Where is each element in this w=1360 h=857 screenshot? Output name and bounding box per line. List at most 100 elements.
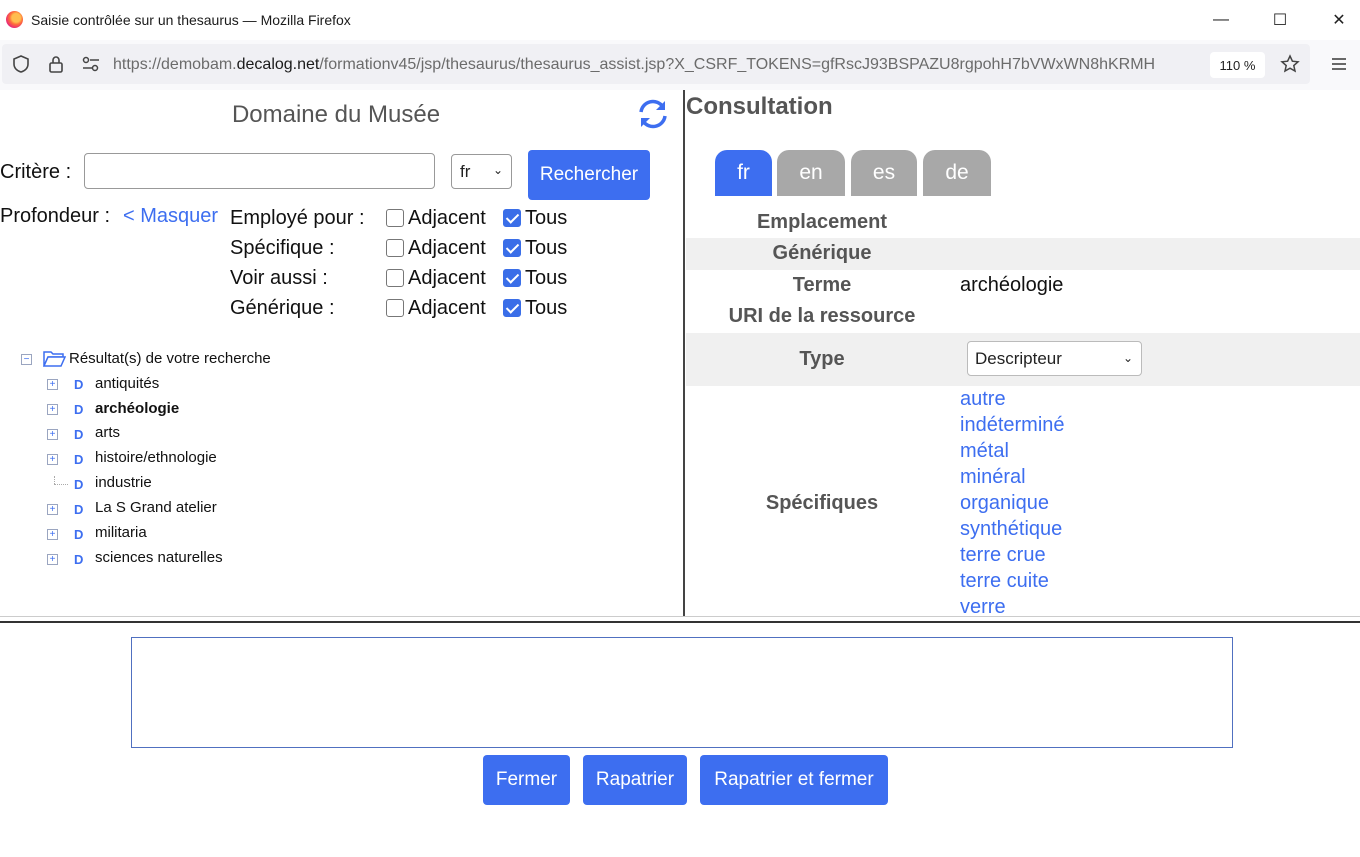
tab-fr[interactable]: fr [715, 150, 772, 196]
criteria-input[interactable] [84, 153, 435, 189]
tree-expand-toggle[interactable]: + [47, 454, 58, 465]
all-checkbox[interactable] [503, 269, 521, 287]
tree-expand-toggle[interactable]: + [47, 504, 58, 515]
descriptor-icon: D [74, 402, 84, 417]
consultation-title: Consultation [686, 93, 833, 120]
tab-de[interactable]: de [923, 150, 991, 196]
lock-icon[interactable] [43, 51, 69, 77]
adjacent-checkbox[interactable] [386, 269, 404, 287]
relation-label: Voir aussi : [230, 267, 328, 289]
hide-link[interactable]: < Masquer [123, 205, 218, 228]
uri-label: URI de la ressource [728, 305, 916, 327]
adjacent-label: Adjacent [408, 237, 486, 259]
all-checkbox[interactable] [503, 239, 521, 257]
depth-label: Profondeur : [0, 205, 111, 227]
adjacent-checkbox[interactable] [386, 299, 404, 317]
all-checkbox[interactable] [503, 299, 521, 317]
repatriate-button[interactable]: Rapatrier [583, 755, 687, 805]
window-title: Saisie contrôlée sur un thesaurus — Mozi… [31, 12, 351, 28]
zoom-level-badge[interactable]: 110 % [1210, 52, 1265, 78]
specific-term-link[interactable]: terre crue [960, 544, 1046, 567]
tab-en[interactable]: en [777, 150, 845, 196]
criteria-label: Critère : [0, 161, 72, 183]
all-label: Tous [525, 267, 568, 289]
tree-expand-toggle[interactable]: + [47, 554, 58, 565]
domain-title: Domaine du Musée [231, 101, 441, 128]
tree-expand-toggle[interactable]: + [47, 429, 58, 440]
specific-term-link[interactable]: minéral [960, 466, 1026, 489]
type-select-value: Descripteur [975, 349, 1062, 368]
frame-divider[interactable] [0, 621, 1360, 623]
descriptor-icon: D [74, 377, 84, 392]
navigation-bar: https://demobam.decalog.net/formationv45… [0, 40, 1360, 90]
descriptor-icon: D [74, 502, 84, 517]
tree-connector [54, 484, 68, 485]
chevron-down-icon: ⌄ [492, 163, 503, 177]
adjacent-label: Adjacent [408, 267, 486, 289]
maximize-button[interactable]: ☐ [1257, 4, 1303, 36]
type-label: Type [799, 348, 845, 370]
close-button[interactable]: Fermer [483, 755, 570, 805]
terme-label: Terme [792, 274, 852, 296]
tree-item-selected[interactable]: archéologie [95, 400, 179, 417]
relation-label: Employé pour : [230, 207, 365, 229]
tree-root-label[interactable]: Résultat(s) de votre recherche [69, 350, 271, 367]
all-label: Tous [525, 237, 568, 259]
tree-item[interactable]: histoire/ethnologie [95, 449, 217, 466]
adjacent-label: Adjacent [408, 207, 486, 229]
specific-term-link[interactable]: indéterminé [960, 414, 1065, 437]
url-text[interactable]: https://demobam.decalog.net/formationv45… [113, 56, 1203, 74]
descriptor-icon: D [74, 527, 84, 542]
specific-term-link[interactable]: métal [960, 440, 1009, 463]
specific-term-link[interactable]: organique [960, 492, 1049, 515]
tree-item[interactable]: industrie [95, 474, 152, 491]
generique-label: Générique [772, 242, 872, 264]
specifiques-label: Spécifiques [765, 492, 879, 514]
firefox-logo-icon [6, 11, 23, 28]
all-checkbox[interactable] [503, 209, 521, 227]
tree-item[interactable]: antiquités [95, 375, 159, 392]
chevron-down-icon: ⌄ [1122, 351, 1133, 365]
folder-open-icon [42, 349, 67, 367]
selection-textarea[interactable] [131, 637, 1233, 748]
hamburger-menu-icon[interactable] [1326, 51, 1352, 77]
descriptor-icon: D [74, 552, 84, 567]
type-select[interactable]: Descripteur ⌄ [967, 341, 1142, 376]
adjacent-label: Adjacent [408, 297, 486, 319]
tree-item[interactable]: arts [95, 424, 120, 441]
shield-icon[interactable] [8, 51, 34, 77]
tree-expand-toggle[interactable]: + [47, 404, 58, 415]
all-label: Tous [525, 297, 568, 319]
all-label: Tous [525, 207, 568, 229]
tree-item[interactable]: sciences naturelles [95, 549, 223, 566]
specific-term-link[interactable]: synthétique [960, 518, 1062, 541]
descriptor-icon: D [74, 427, 84, 442]
repatriate-and-close-button[interactable]: Rapatrier et fermer [700, 755, 888, 805]
specific-term-link[interactable]: autre [960, 388, 1006, 411]
specific-term-link[interactable]: terre cuite [960, 570, 1049, 593]
tree-collapse-toggle[interactable]: − [21, 354, 32, 365]
star-bookmark-icon[interactable] [1277, 51, 1303, 77]
language-select[interactable]: fr ⌄ [451, 154, 512, 189]
tree-expand-toggle[interactable]: + [47, 379, 58, 390]
emplacement-label: Emplacement [756, 211, 888, 233]
tree-item[interactable]: militaria [95, 524, 147, 541]
tree-connector [54, 476, 55, 484]
adjacent-checkbox[interactable] [386, 209, 404, 227]
adjacent-checkbox[interactable] [386, 239, 404, 257]
descriptor-icon: D [74, 477, 84, 492]
tree-expand-toggle[interactable]: + [47, 529, 58, 540]
tab-es[interactable]: es [851, 150, 917, 196]
relation-label: Spécifique : [230, 237, 335, 259]
tree-item[interactable]: La S Grand atelier [95, 499, 217, 516]
permissions-icon[interactable] [78, 51, 104, 77]
search-button[interactable]: Rechercher [528, 150, 650, 200]
divider [0, 616, 1360, 617]
window-titlebar: Saisie contrôlée sur un thesaurus — Mozi… [0, 0, 1360, 40]
terme-value: archéologie [960, 274, 1064, 296]
close-window-button[interactable]: ✕ [1316, 4, 1360, 36]
relation-label: Générique : [230, 297, 335, 319]
refresh-icon[interactable] [636, 97, 670, 131]
descriptor-icon: D [74, 452, 84, 467]
minimize-button[interactable]: — [1198, 4, 1244, 36]
